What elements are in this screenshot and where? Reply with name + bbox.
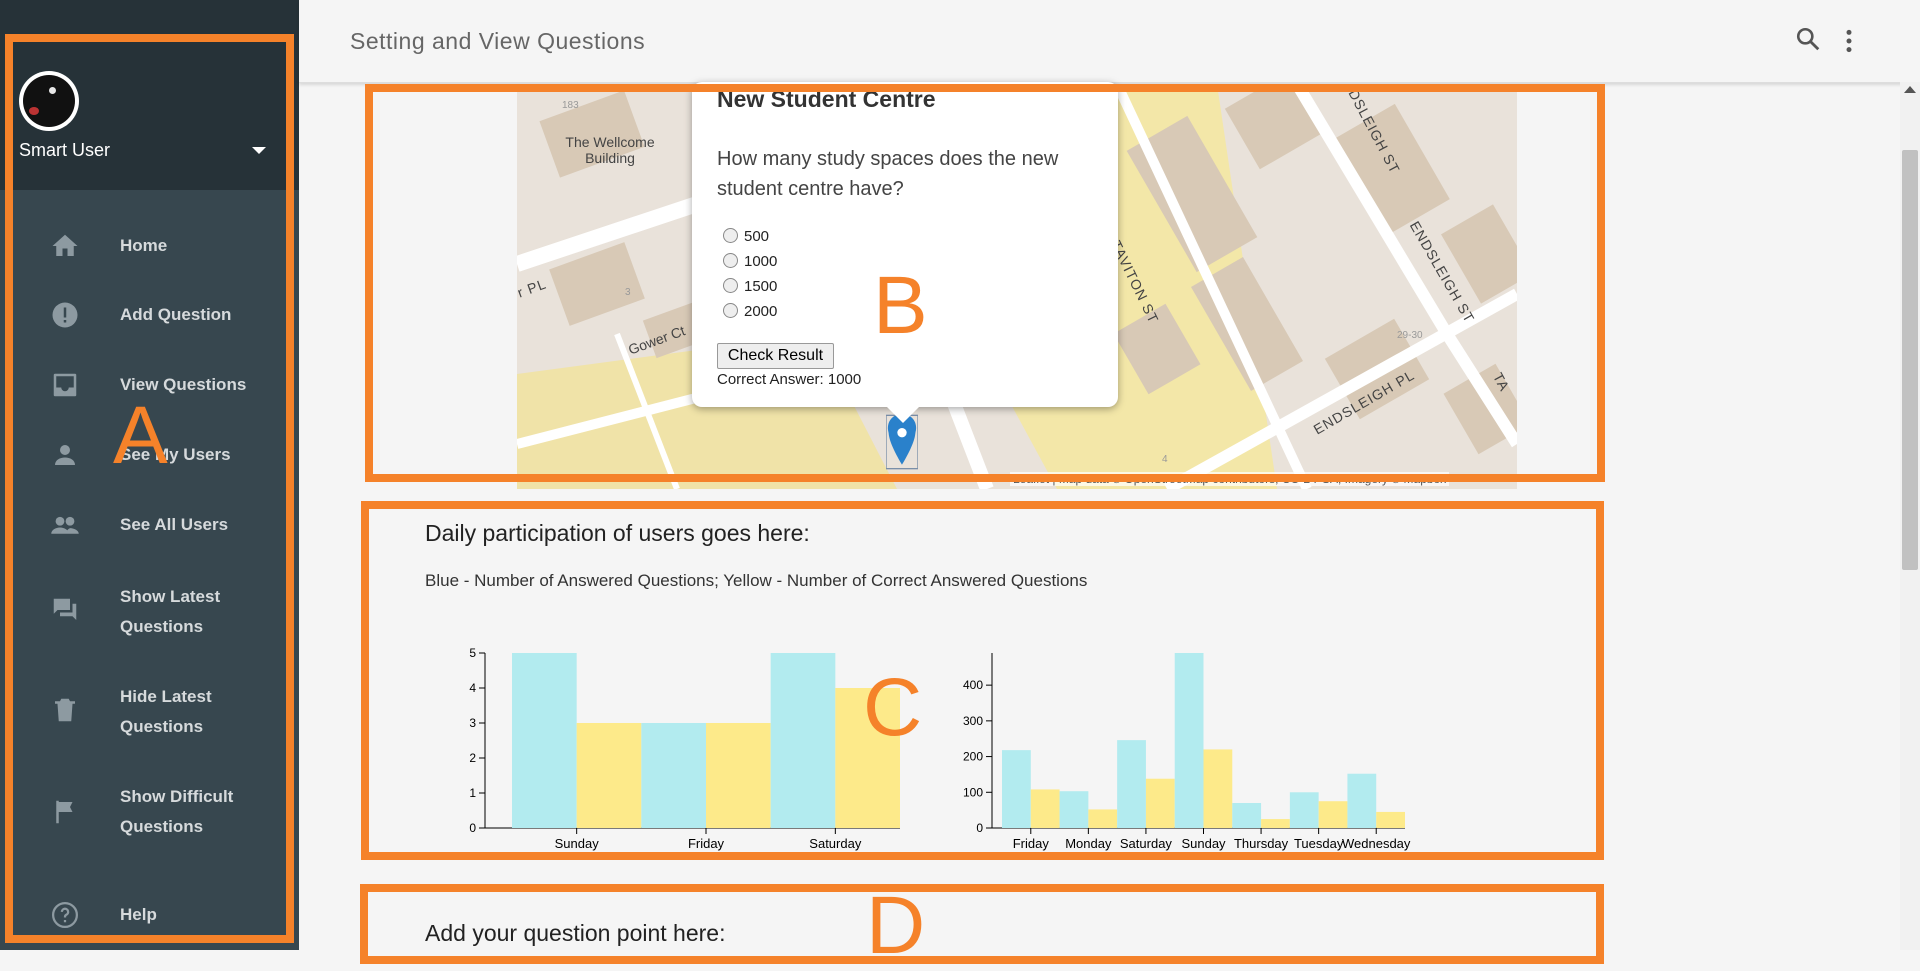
annotation-label-c: C [863,662,923,753]
search-icon[interactable] [1795,26,1821,52]
page-title: Setting and View Questions [350,28,646,54]
annotation-label-b: B [873,260,928,351]
annotation-box-d [360,884,1604,964]
more-vert-icon[interactable] [1839,28,1859,54]
annotation-box-c [361,501,1604,860]
page-scrollbar-thumb[interactable] [1902,150,1918,570]
scroll-up-arrow-icon[interactable] [1904,86,1916,93]
annotation-box-b [365,84,1605,482]
annotation-box-a [5,34,294,943]
annotation-label-a: A [113,390,168,481]
annotation-label-d: D [866,880,926,971]
